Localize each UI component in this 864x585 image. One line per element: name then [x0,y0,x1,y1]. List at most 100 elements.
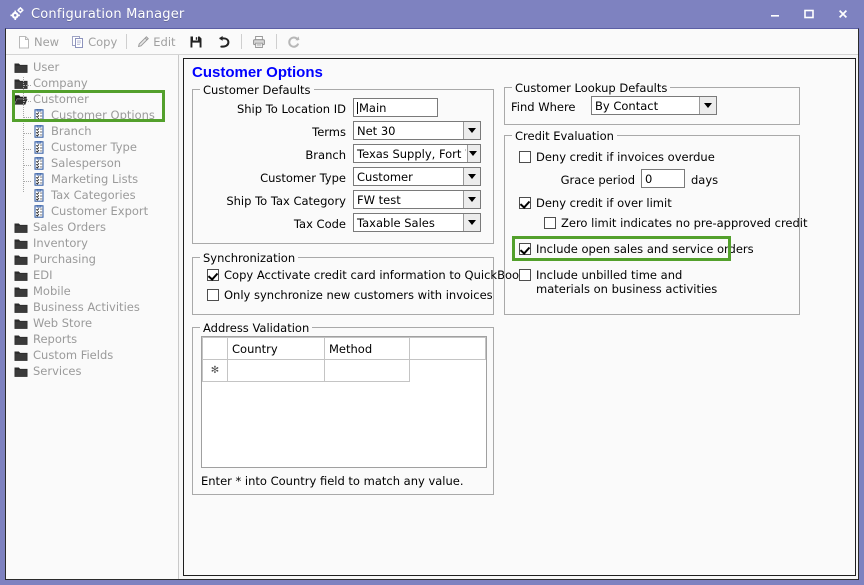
refresh-button[interactable] [280,30,308,53]
tree-item-edi[interactable]: EDI [6,267,178,283]
include-open-orders-checkbox[interactable] [519,243,531,255]
chevron-down-icon[interactable] [462,168,480,185]
ship-to-tax-category-label: Ship To Tax Category [226,194,346,208]
terms-dropdown[interactable]: Net 30 [353,121,481,140]
copy-button[interactable]: Copy [65,30,123,53]
application-window: Configuration Manager New Copy Edit User… [0,0,864,585]
copy-icon [71,35,85,49]
include-unbilled-checkbox-row[interactable]: Include unbilled time and materials on b… [519,268,726,296]
folder-open-icon [14,93,28,106]
tree-item-tax-categories[interactable]: Tax Categories [6,187,178,203]
deny-overdue-checkbox-row[interactable]: Deny credit if invoices overdue [519,150,715,164]
tree-item-customer-options[interactable]: Customer Options [6,107,178,123]
maximize-button[interactable] [792,1,826,27]
tree-item-user[interactable]: User [6,59,178,75]
include-unbilled-checkbox[interactable] [519,269,531,281]
chevron-down-icon[interactable] [465,145,480,162]
save-button[interactable] [182,30,210,53]
include-open-orders-checkbox-row[interactable]: Include open sales and service orders [519,242,754,256]
branch-dropdown[interactable]: Texas Supply, Fort Worth [353,144,481,163]
tree-connector [24,149,31,150]
tree-item-mobile[interactable]: Mobile [6,283,178,299]
tree-item-services[interactable]: Services [6,363,178,379]
client-area: New Copy Edit User Company Customer Cust… [5,28,859,580]
column-header-country[interactable]: Country [227,337,325,360]
ship-to-location-id-label: Ship To Location ID [236,102,346,116]
edit-button-label: Edit [153,34,176,49]
minimize-button[interactable] [758,1,792,27]
column-header-blank [409,337,486,360]
options-icon [32,124,46,138]
tree-item-sales-orders[interactable]: Sales Orders [6,219,178,235]
synchronization-group: Synchronization Copy Acctivate credit ca… [192,251,532,315]
tax-code-dropdown[interactable]: Taxable Sales [353,213,481,232]
ship-to-tax-category-dropdown[interactable]: FW test [353,190,481,209]
undo-button[interactable] [210,30,238,53]
customer-type-dropdown[interactable]: Customer [353,167,481,186]
tree-item-reports[interactable]: Reports [6,331,178,347]
chevron-down-icon[interactable] [462,214,480,231]
customer-type-value: Customer [357,169,413,184]
table-row[interactable]: ✻ [202,359,486,382]
ship-to-location-id-value: Main [359,100,387,115]
grace-period-input[interactable]: 0 [641,169,685,188]
zero-limit-checkbox[interactable] [544,217,556,229]
tree-connector [24,85,31,86]
deny-over-limit-checkbox-row[interactable]: Deny credit if over limit [519,196,672,210]
folder-icon [14,317,28,330]
tree-connector [24,181,31,182]
tax-code-label: Tax Code [293,217,346,231]
tree-item-inventory[interactable]: Inventory [6,235,178,251]
only-new-customers-checkbox[interactable] [207,289,219,301]
tree-item-purchasing[interactable]: Purchasing [6,251,178,267]
toolbar-separator [240,34,242,49]
copy-credit-card-checkbox-row[interactable]: Copy Acctivate credit card information t… [207,268,532,282]
close-button[interactable] [826,1,860,27]
navigation-tree[interactable]: User Company Customer Customer Options B… [6,55,179,579]
new-button[interactable]: New [11,30,65,53]
tree-item-branch[interactable]: Branch [6,123,178,139]
tree-item-customer-export[interactable]: Customer Export [6,203,178,219]
copy-button-label: Copy [88,34,118,49]
cell-method[interactable] [324,359,410,382]
tree-item-label: EDI [33,268,53,282]
customer-lookup-defaults-legend: Customer Lookup Defaults [512,81,671,95]
copy-credit-card-checkbox[interactable] [207,269,219,281]
options-icon [32,108,46,122]
chevron-down-icon[interactable] [698,97,716,114]
ship-to-location-id-input[interactable]: Main [353,98,438,117]
tree-item-label: Purchasing [33,252,96,266]
tree-item-label: Company [33,76,88,90]
branch-value: Texas Supply, Fort Worth [357,146,466,161]
edit-button[interactable]: Edit [130,30,181,53]
address-validation-grid[interactable]: Country Method ✻ [201,336,487,468]
synchronization-legend: Synchronization [200,251,299,265]
tree-item-marketing-lists[interactable]: Marketing Lists [6,171,178,187]
tree-item-label: Mobile [33,284,71,298]
tree-item-web-store[interactable]: Web Store [6,315,178,331]
tree-item-salesperson[interactable]: Salesperson [6,155,178,171]
new-button-label: New [34,34,60,49]
credit-evaluation-group: Credit Evaluation Deny credit if invoice… [504,129,808,315]
tree-connector [23,77,24,192]
only-new-customers-checkbox-row[interactable]: Only synchronize new customers with invo… [207,288,493,302]
cell-country[interactable] [227,359,325,382]
tree-item-customer-type[interactable]: Customer Type [6,139,178,155]
tree-item-custom-fields[interactable]: Custom Fields [6,347,178,363]
chevron-down-icon[interactable] [462,191,480,208]
tree-item-customer[interactable]: Customer [6,91,178,107]
deny-overdue-checkbox[interactable] [519,151,531,163]
chevron-down-icon[interactable] [462,122,480,139]
find-where-dropdown[interactable]: By Contact [591,96,717,115]
column-header-method[interactable]: Method [324,337,410,360]
find-where-label: Find Where [511,100,576,114]
include-unbilled-label: Include unbilled time and materials on b… [536,268,718,296]
print-button[interactable] [245,30,273,53]
tree-item-company[interactable]: Company [6,75,178,91]
tree-item-business-activities[interactable]: Business Activities [6,299,178,315]
zero-limit-checkbox-row[interactable]: Zero limit indicates no pre-approved cre… [544,216,808,230]
new-row-marker: ✻ [202,359,228,382]
tree-connector [24,117,31,118]
include-open-orders-label: Include open sales and service orders [536,242,754,256]
deny-over-limit-checkbox[interactable] [519,197,531,209]
